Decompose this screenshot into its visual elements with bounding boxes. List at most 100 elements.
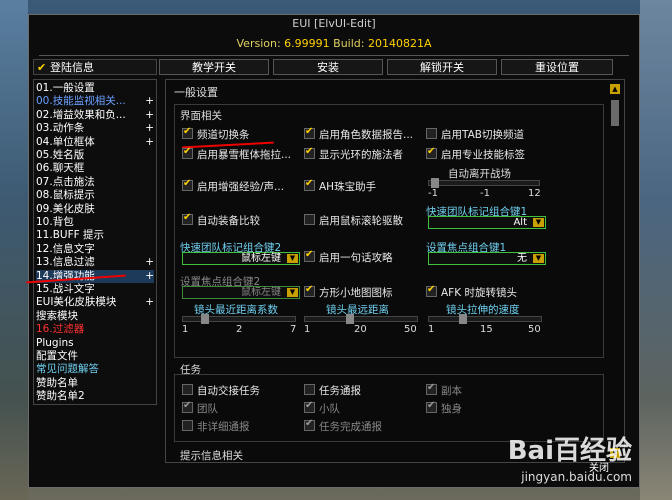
sidebar-item[interactable]: 01.一般设置	[36, 82, 154, 95]
checkbox-label: 非详细通报	[197, 421, 250, 433]
raid-mark-key1-dropdown[interactable]: Alt ▼	[428, 216, 546, 229]
expand-plus-icon[interactable]: +	[145, 122, 154, 135]
sidebar-item[interactable]: 12.信息文字	[36, 243, 154, 256]
install-button[interactable]: 安装	[273, 59, 383, 75]
background-right	[640, 0, 672, 500]
unlock-toggle-button[interactable]: 解锁开关	[387, 59, 497, 75]
sidebar-item[interactable]: 02.增益效果和负... +	[36, 109, 154, 122]
panel-scrollbar[interactable]: ▲ ▼	[610, 84, 620, 458]
checkbox-box	[304, 214, 315, 225]
profession-tab-checkbox[interactable]: 启用专业技能标签	[426, 145, 525, 162]
quest-complete-checkbox[interactable]: 任务完成通报	[304, 417, 382, 434]
sidebar-item[interactable]: 03.动作条 +	[36, 122, 154, 135]
auto-leave-min: -1	[428, 188, 438, 199]
chevron-down-icon[interactable]: ▼	[287, 254, 298, 263]
expand-plus-icon[interactable]: +	[145, 256, 154, 269]
channel-bar-checkbox[interactable]: 频道切换条	[182, 125, 250, 142]
raid-mark-key2-dropdown[interactable]: 鼠标左键 ▼	[182, 252, 300, 265]
guide-tip-checkbox[interactable]: 启用一句话攻略	[304, 248, 393, 265]
cam-max-slider[interactable]	[304, 314, 418, 324]
sidebar-item-label: 搜索模块	[36, 309, 78, 322]
expand-plus-icon[interactable]: +	[145, 136, 154, 149]
cam-max-label: 镜头最远距离	[326, 304, 389, 316]
sidebar-item[interactable]: 常见问题解答	[36, 363, 154, 376]
afk-spin-checkbox[interactable]: AFK 时旋转镜头	[426, 283, 517, 300]
focus-key1-dropdown[interactable]: 无 ▼	[428, 252, 546, 265]
auto-equip-compare-checkbox[interactable]: 自动装备比较	[182, 211, 260, 228]
sidebar-item[interactable]: 搜索模块	[36, 310, 154, 323]
checkbox-label: 频道切换条	[197, 129, 250, 141]
sidebar-item-label: 13.信息过滤	[36, 256, 95, 269]
auto-leave-label: 自动离开战场	[448, 168, 511, 180]
sidebar-item[interactable]: 04.单位框体 +	[36, 136, 154, 149]
party-checkbox[interactable]: 小队	[304, 399, 340, 416]
sidebar-item[interactable]: 11.BUFF 提示	[36, 229, 154, 242]
sidebar-item[interactable]: 07.点击施法	[36, 176, 154, 189]
instance-checkbox[interactable]: 副本	[426, 381, 462, 398]
sidebar-item[interactable]: 配置文件	[36, 350, 154, 363]
raid-checkbox[interactable]: 团队	[182, 399, 218, 416]
focus-key2-dropdown[interactable]: 鼠标左键 ▼	[182, 286, 300, 299]
scroll-up-icon[interactable]: ▲	[610, 84, 620, 94]
checkbox-box	[304, 145, 315, 159]
frame-drag-checkbox[interactable]: 启用暴雪框体拖拉...	[182, 145, 291, 162]
login-info-toggle[interactable]: ✔ 登陆信息	[33, 59, 157, 75]
char-report-checkbox[interactable]: 启用角色数据报告...	[304, 125, 413, 142]
checkbox-box	[426, 128, 437, 139]
sidebar-item[interactable]: 赞助名单2	[36, 390, 154, 403]
dropdown-value: 鼠标左键	[241, 287, 281, 298]
title-divider	[39, 55, 629, 56]
aura-caster-checkbox[interactable]: 显示光环的施法者	[304, 145, 403, 162]
sidebar-item[interactable]: 13.信息过滤 +	[36, 256, 154, 269]
expand-plus-icon[interactable]: +	[145, 270, 154, 283]
sidebar-item[interactable]: 06.聊天框	[36, 162, 154, 175]
chevron-down-icon[interactable]: ▼	[287, 288, 298, 297]
sidebar-item[interactable]: 赞助名单	[36, 377, 154, 390]
expand-plus-icon[interactable]: +	[145, 109, 154, 122]
slider-knob[interactable]	[459, 314, 468, 324]
checkbox-label: 启用一句话攻略	[319, 252, 393, 264]
sidebar-item-label: 10.背包	[36, 216, 74, 228]
sidebar-item[interactable]: 16.过滤器	[36, 323, 154, 336]
sidebar-item[interactable]: 08.鼠标提示	[36, 189, 154, 202]
square-minimap-checkbox[interactable]: 方形小地图图标	[304, 283, 393, 300]
sidebar-item[interactable]: 05.姓名版	[36, 149, 154, 162]
expand-plus-icon[interactable]: +	[145, 296, 154, 309]
auto-quest-checkbox[interactable]: 自动交接任务	[182, 384, 260, 398]
auto-leave-slider[interactable]	[428, 178, 540, 188]
sidebar-item[interactable]: EUI美化皮肤模块 +	[36, 296, 154, 309]
dropdown-value: 鼠标左键	[241, 253, 281, 264]
tutorial-toggle-button[interactable]: 教学开关	[159, 59, 269, 75]
sidebar-item-label: 00.技能监视相关...	[36, 95, 126, 108]
checkbox-label: AH珠宝助手	[319, 181, 377, 193]
sidebar-item[interactable]: 10.背包	[36, 216, 154, 229]
quest-announce-checkbox[interactable]: 任务通报	[304, 384, 361, 398]
scroll-thumb[interactable]	[611, 100, 619, 126]
tab-channel-checkbox[interactable]: 启用TAB切换频道	[426, 128, 524, 142]
ah-jewel-checkbox[interactable]: AH珠宝助手	[304, 177, 377, 194]
reset-position-button[interactable]: 重设位置	[501, 59, 613, 75]
slider-knob[interactable]	[345, 314, 354, 324]
sidebar-item[interactable]: 15.战斗文字	[36, 283, 154, 296]
sidebar-item[interactable]: 09.美化皮肤	[36, 203, 154, 216]
slider-knob[interactable]	[200, 314, 209, 324]
checkbox-label: 自动装备比较	[197, 215, 260, 227]
chevron-down-icon[interactable]: ▼	[533, 254, 544, 263]
chevron-down-icon[interactable]: ▼	[533, 218, 544, 227]
brief-announce-checkbox[interactable]: 非详细通报	[182, 420, 250, 434]
checkbox-box	[182, 384, 193, 395]
checkbox-box	[304, 248, 315, 262]
exp-bar-checkbox[interactable]: 启用增强经验/声...	[182, 177, 284, 194]
sidebar-item[interactable]: 00.技能监视相关... +	[36, 95, 154, 108]
expand-plus-icon[interactable]: +	[145, 95, 154, 108]
solo-checkbox[interactable]: 独身	[426, 399, 462, 416]
slider-knob[interactable]	[431, 178, 439, 188]
dropdown-value: Alt	[513, 217, 527, 228]
cam-min-slider[interactable]	[182, 314, 296, 324]
wheel-dispel-checkbox[interactable]: 启用鼠标滚轮驱散	[304, 214, 403, 228]
cam-speed-max: 50	[528, 324, 541, 335]
cam-speed-slider[interactable]	[428, 314, 542, 324]
tooltip-section-title: 提示信息相关	[180, 450, 243, 462]
checkbox-box	[304, 177, 315, 191]
sidebar-item[interactable]: Plugins	[36, 337, 154, 350]
